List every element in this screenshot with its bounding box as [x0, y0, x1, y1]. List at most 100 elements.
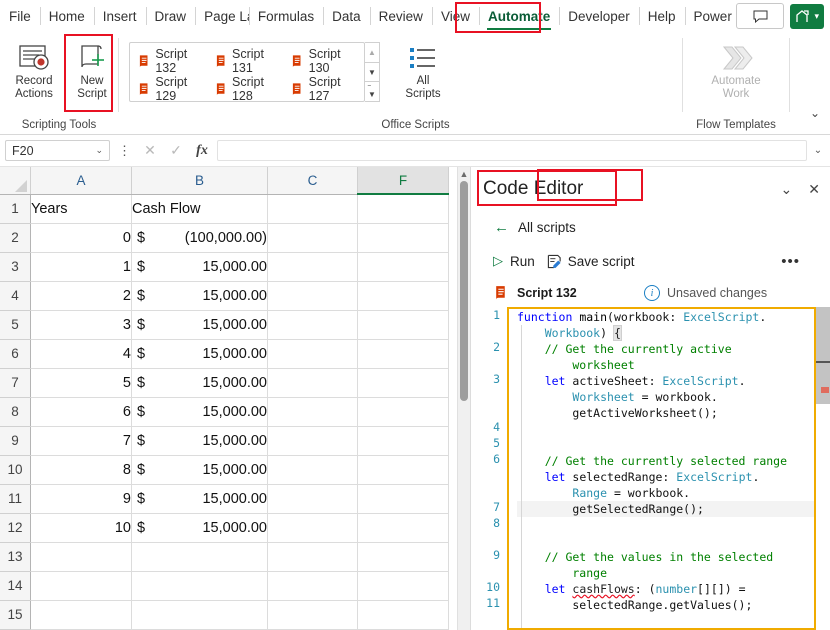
gallery-item-script-130[interactable]: Script 130	[285, 47, 362, 75]
cell-c3[interactable]	[267, 252, 358, 282]
tab-power-pivot[interactable]: Power Pivo	[684, 0, 736, 32]
cell-f7[interactable]	[357, 368, 449, 398]
row-header[interactable]: 7	[0, 368, 31, 398]
cell-f11[interactable]	[357, 484, 449, 514]
column-header-f[interactable]: F	[357, 167, 449, 195]
cell-a5[interactable]: 3	[30, 310, 132, 340]
select-all-corner[interactable]	[0, 167, 31, 195]
scroll-up-arrow-icon[interactable]: ▲	[458, 167, 470, 181]
row-header[interactable]: 1	[0, 194, 31, 224]
spreadsheet-grid[interactable]: A B C F 1 Years Cash Flow 2 0 $ (100,000.…	[0, 167, 470, 630]
formula-input[interactable]	[217, 140, 807, 161]
gallery-item-script-127[interactable]: Script 127	[285, 75, 362, 103]
table-row[interactable]: 8 6 $15,000.00	[0, 397, 449, 427]
cell-f12[interactable]	[357, 513, 449, 543]
run-button[interactable]: ▷ Run	[493, 253, 535, 269]
cell-a14[interactable]	[30, 571, 132, 601]
cell-c14[interactable]	[267, 571, 358, 601]
cell-f9[interactable]	[357, 426, 449, 456]
table-row[interactable]: 4 2 $15,000.00	[0, 281, 449, 311]
table-row[interactable]: 5 3 $15,000.00	[0, 310, 449, 340]
automate-work-button[interactable]: Automate Work	[700, 36, 772, 101]
code-vertical-scrollbar[interactable]	[816, 307, 830, 630]
new-script-button[interactable]: New Script	[66, 36, 118, 101]
gallery-item-script-131[interactable]: Script 131	[209, 47, 286, 75]
cell-a11[interactable]: 9	[30, 484, 132, 514]
column-header-b[interactable]: B	[131, 167, 268, 195]
vertical-dots-icon[interactable]: ⋮	[114, 143, 135, 159]
cell-c10[interactable]	[267, 455, 358, 485]
column-header-a[interactable]: A	[30, 167, 132, 195]
fx-icon[interactable]: fx	[191, 143, 213, 159]
tab-developer[interactable]: Developer	[559, 0, 639, 32]
row-header[interactable]: 12	[0, 513, 31, 543]
cell-f4[interactable]	[357, 281, 449, 311]
table-row[interactable]: 11 9 $15,000.00	[0, 484, 449, 514]
cell-b1[interactable]: Cash Flow	[131, 194, 268, 224]
tab-insert[interactable]: Insert	[93, 0, 146, 32]
tab-home[interactable]: Home	[39, 0, 94, 32]
tab-formulas[interactable]: Formulas	[248, 0, 323, 32]
tab-view[interactable]: View	[431, 0, 479, 32]
gallery-scroll-up-button[interactable]: ▲	[365, 43, 379, 62]
code-text[interactable]: function main(workbook: ExcelScript. Wor…	[507, 307, 830, 630]
confirm-entry-icon[interactable]: ✓	[165, 142, 187, 159]
row-header[interactable]: 14	[0, 571, 31, 601]
tab-data[interactable]: Data	[323, 0, 370, 32]
cell-a3[interactable]: 1	[30, 252, 132, 282]
cell-b15[interactable]	[131, 600, 268, 630]
tab-automate[interactable]: Automate	[478, 0, 559, 32]
row-header[interactable]: 15	[0, 600, 31, 630]
tab-file[interactable]: File	[0, 0, 40, 32]
save-script-button[interactable]: Save script	[541, 252, 641, 271]
table-row[interactable]: 15	[0, 600, 449, 630]
cell-f6[interactable]	[357, 339, 449, 369]
table-row[interactable]: 13	[0, 542, 449, 572]
cell-a15[interactable]	[30, 600, 132, 630]
cell-b2[interactable]: $ (100,000.00)	[131, 223, 268, 253]
table-row[interactable]: 10 8 $15,000.00	[0, 455, 449, 485]
code-editor-area[interactable]: 1 2 3 4 5 6 7 8 9 10 11 function main(wo…	[471, 307, 830, 630]
cell-b9[interactable]: $15,000.00	[131, 426, 268, 456]
cell-b7[interactable]: $15,000.00	[131, 368, 268, 398]
more-options-button[interactable]: •••	[781, 253, 800, 270]
gallery-scroll-down-button[interactable]: ▼	[365, 61, 379, 82]
gallery-scrollbar[interactable]: ▲ ▼ ‾ ▼	[365, 42, 380, 102]
tab-page-layout[interactable]: Page Layou	[195, 0, 249, 32]
row-header[interactable]: 2	[0, 223, 31, 253]
cell-f8[interactable]	[357, 397, 449, 427]
cell-a1[interactable]: Years	[30, 194, 132, 224]
table-row[interactable]: 12 10 $15,000.00	[0, 513, 449, 543]
cell-c7[interactable]	[267, 368, 358, 398]
cell-f10[interactable]	[357, 455, 449, 485]
comments-button[interactable]	[736, 3, 785, 29]
table-row[interactable]: 1 Years Cash Flow	[0, 194, 449, 224]
ribbon-collapse-button[interactable]: ⌄	[810, 106, 820, 120]
cell-c12[interactable]	[267, 513, 358, 543]
cell-f1[interactable]	[357, 194, 449, 224]
cell-c15[interactable]	[267, 600, 358, 630]
cell-b10[interactable]: $15,000.00	[131, 455, 268, 485]
row-header[interactable]: 6	[0, 339, 31, 369]
cell-a2[interactable]: 0	[30, 223, 132, 253]
cell-c13[interactable]	[267, 542, 358, 572]
cancel-entry-icon[interactable]: ✕	[139, 142, 161, 159]
cell-a9[interactable]: 7	[30, 426, 132, 456]
cell-a13[interactable]	[30, 542, 132, 572]
name-box[interactable]: F20 ⌄	[5, 140, 110, 161]
table-row[interactable]: 6 4 $15,000.00	[0, 339, 449, 369]
cell-c8[interactable]	[267, 397, 358, 427]
chevron-down-icon[interactable]: ⌄	[781, 181, 793, 198]
cell-f15[interactable]	[357, 600, 449, 630]
tab-review[interactable]: Review	[369, 0, 432, 32]
cell-a7[interactable]: 5	[30, 368, 132, 398]
cell-f5[interactable]	[357, 310, 449, 340]
cell-a4[interactable]: 2	[30, 281, 132, 311]
cell-f13[interactable]	[357, 542, 449, 572]
gallery-item-script-128[interactable]: Script 128	[209, 75, 286, 103]
row-header[interactable]: 4	[0, 281, 31, 311]
row-header[interactable]: 3	[0, 252, 31, 282]
cell-b12[interactable]: $15,000.00	[131, 513, 268, 543]
row-header[interactable]: 9	[0, 426, 31, 456]
cell-b4[interactable]: $15,000.00	[131, 281, 268, 311]
